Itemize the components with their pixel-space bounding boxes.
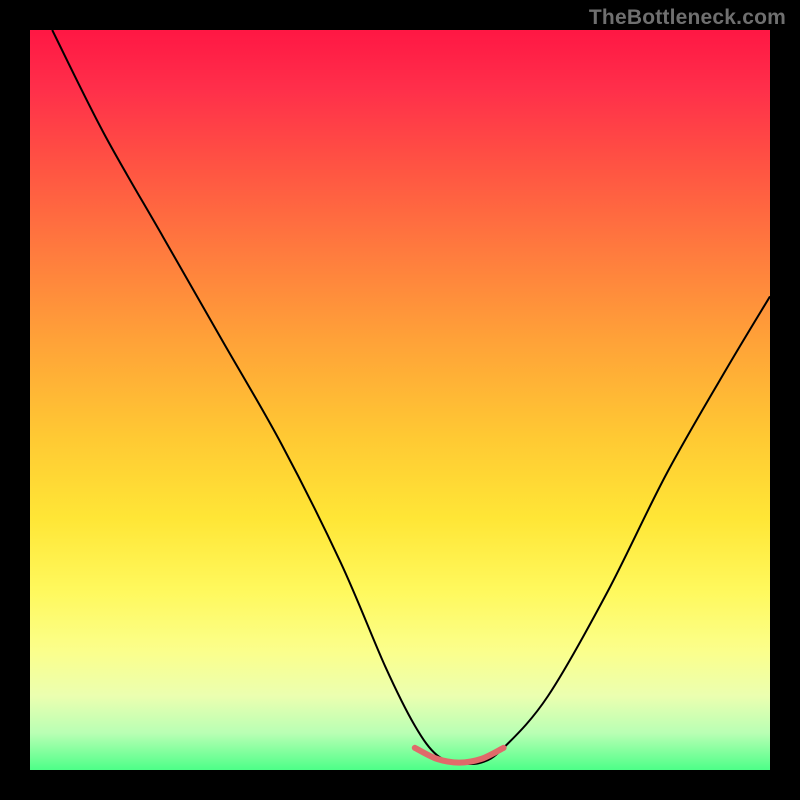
main-curve-line [52, 30, 770, 764]
watermark-text: TheBottleneck.com [589, 6, 786, 30]
chart-svg [30, 30, 770, 770]
chart-plot-area [30, 30, 770, 770]
bottom-marker-line [415, 748, 504, 763]
